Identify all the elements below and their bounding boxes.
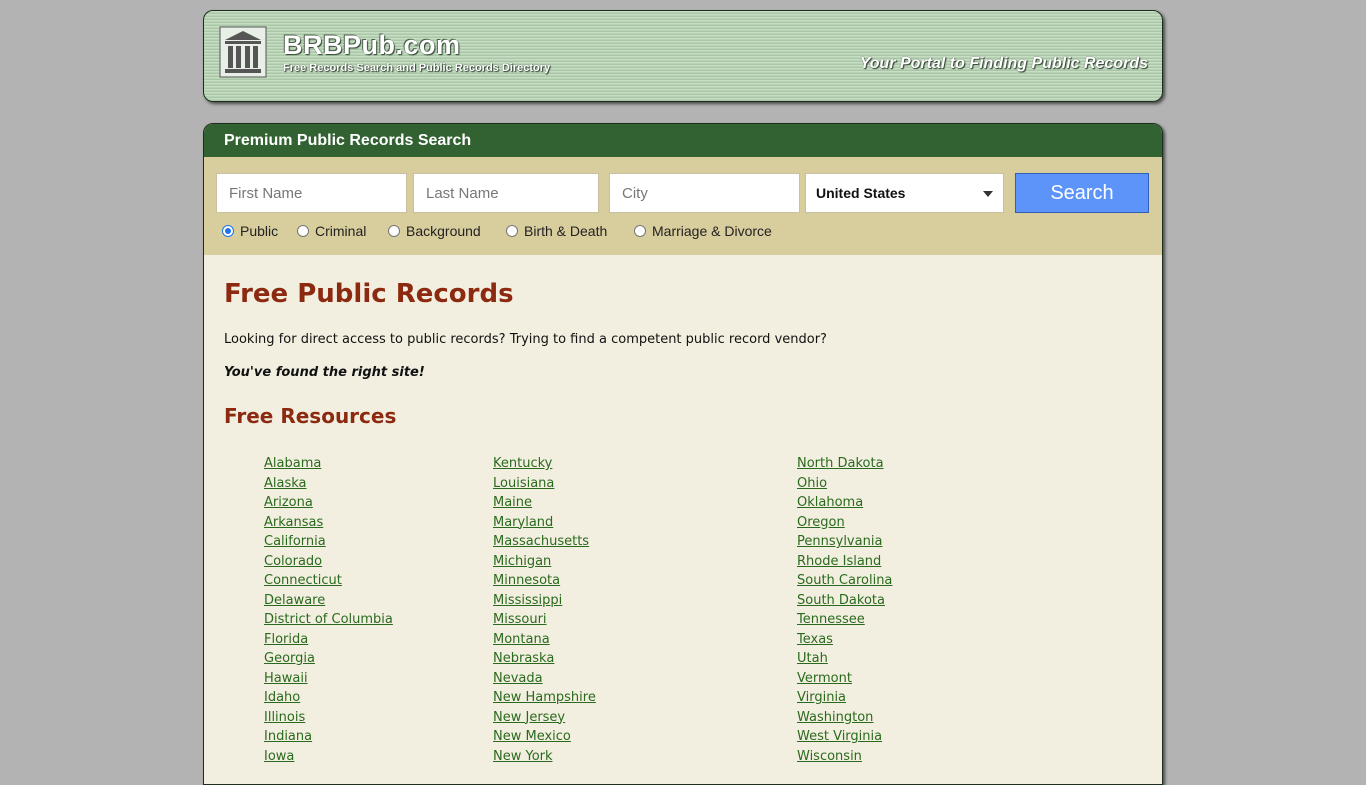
main-panel: Premium Public Records Search United Sta…: [203, 123, 1163, 785]
radio-checked-icon[interactable]: [222, 225, 234, 237]
state-link[interactable]: Alabama: [264, 454, 393, 474]
resources-title: Free Resources: [224, 404, 397, 428]
state-link[interactable]: Washington: [797, 708, 892, 728]
state-link[interactable]: West Virginia: [797, 727, 892, 747]
page-title: Free Public Records: [224, 279, 514, 309]
city-input[interactable]: [609, 173, 800, 213]
state-link[interactable]: Idaho: [264, 688, 393, 708]
state-list-col-2: Kentucky Louisiana Maine Maryland Massac…: [493, 454, 596, 766]
search-button[interactable]: Search: [1015, 173, 1149, 213]
state-link[interactable]: Nebraska: [493, 649, 596, 669]
radio-criminal[interactable]: Criminal: [297, 223, 366, 239]
state-link[interactable]: Rhode Island: [797, 552, 892, 572]
state-link[interactable]: Montana: [493, 630, 596, 650]
state-link[interactable]: Oregon: [797, 513, 892, 533]
state-link[interactable]: Illinois: [264, 708, 393, 728]
state-link[interactable]: Wisconsin: [797, 747, 892, 767]
radio-unchecked-icon[interactable]: [506, 225, 518, 237]
state-link[interactable]: Alaska: [264, 474, 393, 494]
state-link[interactable]: Minnesota: [493, 571, 596, 591]
country-select-value: United States: [816, 185, 906, 201]
state-link[interactable]: New Mexico: [493, 727, 596, 747]
radio-label: Marriage & Divorce: [652, 223, 772, 239]
site-name[interactable]: BRBPub.com: [283, 30, 461, 61]
state-link[interactable]: District of Columbia: [264, 610, 393, 630]
state-list-col-3: North Dakota Ohio Oklahoma Oregon Pennsy…: [797, 454, 892, 766]
state-link[interactable]: Louisiana: [493, 474, 596, 494]
radio-unchecked-icon[interactable]: [388, 225, 400, 237]
dropdown-arrow-icon: [983, 191, 993, 197]
state-link[interactable]: Arkansas: [264, 513, 393, 533]
portal-slogan: Your Portal to Finding Public Records: [859, 55, 1148, 72]
country-select[interactable]: United States: [805, 173, 1004, 213]
state-link[interactable]: New York: [493, 747, 596, 767]
found-text: You've found the right site!: [224, 365, 425, 380]
courthouse-logo-icon[interactable]: [219, 26, 267, 78]
state-link[interactable]: Mississippi: [493, 591, 596, 611]
radio-birth-death[interactable]: Birth & Death: [506, 223, 607, 239]
state-link[interactable]: Arizona: [264, 493, 393, 513]
state-link[interactable]: New Jersey: [493, 708, 596, 728]
state-list-col-1: Alabama Alaska Arizona Arkansas Californ…: [264, 454, 393, 766]
state-link[interactable]: Tennessee: [797, 610, 892, 630]
radio-background[interactable]: Background: [388, 223, 481, 239]
first-name-input[interactable]: [216, 173, 407, 213]
state-link[interactable]: North Dakota: [797, 454, 892, 474]
state-link[interactable]: Maine: [493, 493, 596, 513]
state-link[interactable]: Kentucky: [493, 454, 596, 474]
intro-text: Looking for direct access to public reco…: [224, 332, 827, 347]
radio-label: Birth & Death: [524, 223, 608, 239]
state-link[interactable]: Ohio: [797, 474, 892, 494]
site-tagline: Free Records Search and Public Records D…: [283, 62, 551, 74]
state-link[interactable]: Connecticut: [264, 571, 393, 591]
state-link[interactable]: Indiana: [264, 727, 393, 747]
search-panel: United States Search Public Criminal Bac…: [204, 157, 1162, 255]
radio-public[interactable]: Public: [222, 223, 278, 239]
search-section-title: Premium Public Records Search: [204, 124, 1162, 157]
radio-label: Background: [406, 223, 481, 239]
state-link[interactable]: Michigan: [493, 552, 596, 572]
radio-unchecked-icon[interactable]: [297, 225, 309, 237]
last-name-input[interactable]: [413, 173, 599, 213]
state-link[interactable]: New Hampshire: [493, 688, 596, 708]
state-link[interactable]: Delaware: [264, 591, 393, 611]
state-link[interactable]: Virginia: [797, 688, 892, 708]
state-link[interactable]: Oklahoma: [797, 493, 892, 513]
site-header: BRBPub.com Free Records Search and Publi…: [203, 10, 1163, 102]
state-link[interactable]: Pennsylvania: [797, 532, 892, 552]
radio-label: Public: [240, 223, 279, 239]
state-link[interactable]: Georgia: [264, 649, 393, 669]
state-link[interactable]: Maryland: [493, 513, 596, 533]
state-link[interactable]: Iowa: [264, 747, 393, 767]
state-link[interactable]: Missouri: [493, 610, 596, 630]
radio-unchecked-icon[interactable]: [634, 225, 646, 237]
state-link[interactable]: Texas: [797, 630, 892, 650]
state-link[interactable]: Colorado: [264, 552, 393, 572]
state-link[interactable]: Florida: [264, 630, 393, 650]
state-link[interactable]: California: [264, 532, 393, 552]
state-link[interactable]: Hawaii: [264, 669, 393, 689]
state-link[interactable]: Utah: [797, 649, 892, 669]
radio-label: Criminal: [315, 223, 367, 239]
state-link[interactable]: Vermont: [797, 669, 892, 689]
state-link[interactable]: South Carolina: [797, 571, 892, 591]
state-link[interactable]: Massachusetts: [493, 532, 596, 552]
state-link[interactable]: South Dakota: [797, 591, 892, 611]
radio-marriage-divorce[interactable]: Marriage & Divorce: [634, 223, 772, 239]
state-link[interactable]: Nevada: [493, 669, 596, 689]
